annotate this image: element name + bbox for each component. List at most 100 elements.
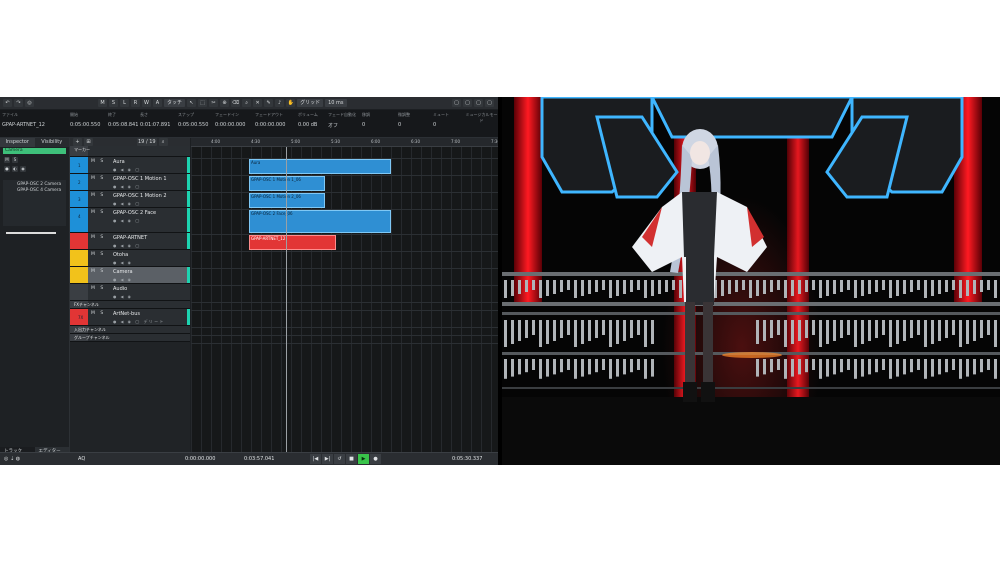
track-row[interactable]: M S GPAP-ARTNET ● ◀ ◉ ◯ [70,233,190,250]
info-value[interactable]: 0 [433,122,436,128]
track-row[interactable]: 3 M S GPAP-OSC 1 Motion 2 ● ◀ ◉ ◯ [70,191,190,208]
grid-select[interactable]: グリッド [297,99,324,107]
track-row[interactable]: グループチャンネル [70,334,190,342]
record-icon[interactable]: ● [370,454,381,464]
clip[interactable]: GPAP-OSC 1 Motion 2_06 [249,193,325,208]
glue-tool-icon[interactable]: ⊕ [220,99,230,107]
panel-icon[interactable]: ▢ [463,99,472,107]
mute-button[interactable]: M [98,99,107,107]
info-cell[interactable]: スナップ [178,112,194,118]
add-track-icon[interactable]: + [73,138,82,146]
track-name[interactable]: GPAP-OSC 1 Motion 2 [113,193,167,199]
info-value[interactable]: オフ [328,122,338,129]
mute-solo-buttons[interactable]: M S [91,269,105,274]
draw-tool-icon[interactable]: ✎ [264,99,274,107]
inspector-slider[interactable] [6,232,56,234]
listen-button[interactable]: L [120,99,129,107]
mute-tool-icon[interactable]: ✕ [253,99,263,107]
track-controls[interactable]: ● ◀ ◉ [113,294,132,299]
track-controls[interactable]: ● ◀ ◉ ◯ [113,243,141,248]
track-row[interactable]: マーカー [70,146,190,157]
redo-icon[interactable]: ↷ [14,99,23,107]
go-to-start-icon[interactable]: |◀ [310,454,321,464]
info-cell[interactable]: 移調 [362,112,370,118]
info-value[interactable]: 0:05:00.550 [70,122,100,128]
tab-visibility[interactable]: Visibility [34,138,69,147]
track-name[interactable]: Otoha [113,252,128,258]
info-cell[interactable]: フェードアウト [255,112,283,118]
track-row[interactable]: 入出力チャンネル [70,326,190,334]
track-controls[interactable]: ● ◀ ◉ [113,277,132,282]
track-row[interactable]: FXチャンネル [70,301,190,309]
track-controls[interactable]: ● ◀ ◉ ◯ デリート [113,319,165,325]
track-row[interactable]: 1 M S Aura ● ◀ ◉ ◯ [70,157,190,174]
search-icon[interactable]: ⌕ [158,138,168,146]
inspector-mute-button[interactable]: M [4,157,10,163]
track-name[interactable]: FXチャンネル [74,302,99,308]
monitor-icon[interactable]: ◐ [12,166,18,172]
clip[interactable]: GPAP-OSC 1 Motion 1_06 [249,176,325,191]
playhead-cursor[interactable] [286,147,287,456]
3d-viewport[interactable] [502,97,1000,465]
info-value[interactable]: 0:05:00.550 [178,122,208,128]
track-name[interactable]: GPAP-OSC 2 Face [113,210,156,216]
aq-label[interactable]: AQ [78,456,85,462]
info-value[interactable]: 0:01:07.891 [140,122,170,128]
erase-tool-icon[interactable]: ⌫ [231,99,241,107]
info-cell[interactable]: 微調整 [398,112,410,118]
info-cell[interactable]: ミュージカルモード [465,112,498,124]
stop-icon[interactable]: ■ [346,454,357,464]
track-name[interactable]: GPAP-OSC 1 Motion 1 [113,176,167,182]
undo-icon[interactable]: ↶ [3,99,12,107]
track-row[interactable]: 2 M S GPAP-OSC 1 Motion 1 ● ◀ ◉ ◯ [70,174,190,191]
panel-icon[interactable]: ▢ [474,99,483,107]
hand-tool-icon[interactable]: ✋ [286,99,296,107]
track-row[interactable]: M S Audio ● ◀ ◉ [70,284,190,301]
arrangement-timeline[interactable]: 4:00 4:30 5:00 5:30 6:00 6:30 7:00 7:30 Aura GPA… [191,138,498,456]
mute-solo-buttons[interactable]: M S [91,193,105,198]
play-tool-icon[interactable]: ♪ [275,99,285,107]
loop-icon[interactable]: ↺ [334,454,345,464]
info-cell[interactable]: 長さ [140,112,148,118]
mute-solo-buttons[interactable]: M S [91,311,105,316]
track-name[interactable]: グループチャンネル [74,335,110,341]
track-controls[interactable]: ● ◀ ◉ ◯ [113,167,141,172]
range-tool-icon[interactable]: ⬚ [198,99,208,107]
info-cell[interactable]: フェード自動化 [328,112,356,118]
track-controls[interactable]: ● ◀ ◉ ◯ [113,201,141,206]
info-value[interactable]: 0 [398,122,401,128]
track-row[interactable]: M S Otoha ● ◀ ◉ [70,250,190,267]
info-cell[interactable]: ファイル [2,112,18,118]
tab-inspector[interactable]: Inspector [0,138,35,147]
info-cell[interactable]: ボリューム [298,112,318,118]
clip[interactable]: Aura [249,159,391,174]
clip[interactable]: GPAP-OSC 2 Face_06 [249,210,391,233]
inspector-track-name[interactable]: Camera [3,148,66,154]
read-button[interactable]: R [131,99,140,107]
track-controls[interactable]: ● ◀ ◉ [113,260,132,265]
info-cell[interactable]: ミュート [433,112,449,118]
info-cell[interactable]: フェードイン [215,112,239,118]
mute-solo-buttons[interactable]: M S [91,286,105,291]
mute-solo-buttons[interactable]: M S [91,176,105,181]
solo-button[interactable]: S [109,99,118,107]
track-row[interactable]: 7X M S ArtNet-bus ● ◀ ◉ ◯ デリート [70,309,190,326]
info-value[interactable]: 0.00 dB [298,122,317,128]
track-row[interactable]: 4 M S GPAP-OSC 2 Face ● ◀ ◉ ◯ [70,208,190,233]
mute-solo-buttons[interactable]: M S [91,159,105,164]
info-value[interactable]: 0 [362,122,365,128]
track-name[interactable]: マーカー [74,147,90,153]
automation-mode-select[interactable]: タッチ [164,99,186,107]
read-icon[interactable]: ◉ [20,166,26,172]
panel-icon[interactable]: ▢ [452,99,461,107]
track-name[interactable]: Aura [113,159,125,165]
split-tool-icon[interactable]: ✂ [209,99,219,107]
time-ruler[interactable]: 4:00 4:30 5:00 5:30 6:00 6:30 7:00 7:30 [191,138,498,147]
panel-icon[interactable]: ▢ [485,99,494,107]
info-value[interactable]: 0:00:00.000 [215,122,245,128]
track-menu-icon[interactable]: ⊞ [84,138,93,146]
info-value[interactable]: 0:05:08.841 [108,122,138,128]
inspector-solo-button[interactable]: S [12,157,18,163]
record-enable-icon[interactable]: ● [4,166,10,172]
play-icon[interactable]: ▶ [358,454,369,464]
